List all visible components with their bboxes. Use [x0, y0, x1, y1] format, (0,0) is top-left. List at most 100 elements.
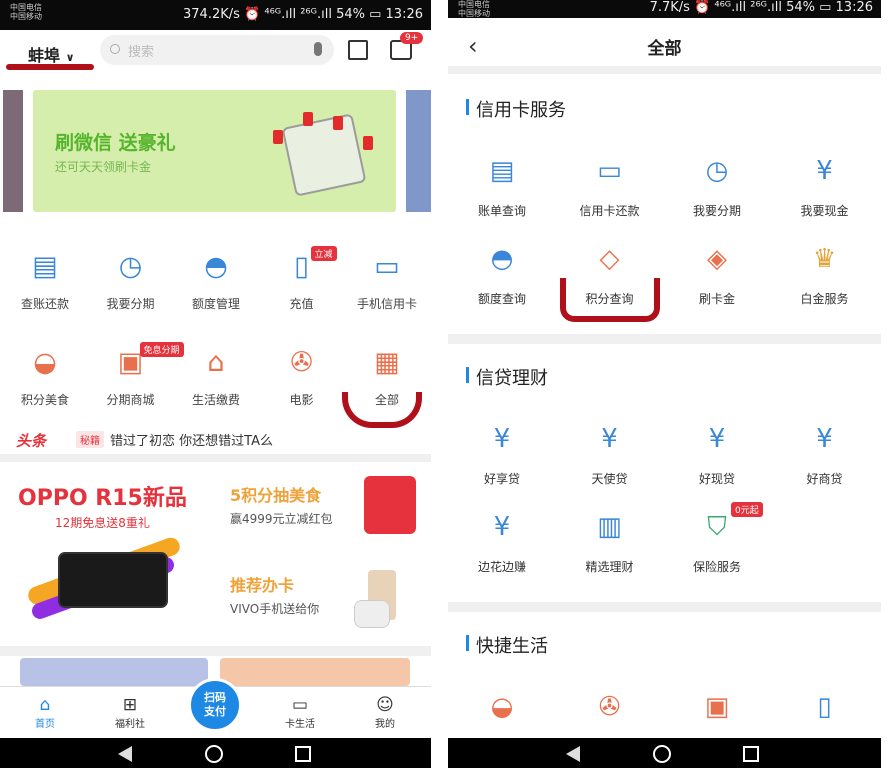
service-label: 边花边赚: [477, 560, 526, 574]
microphone-icon[interactable]: [314, 42, 322, 56]
mobile-card-icon: ▭: [374, 251, 400, 282]
service-item[interactable]: ¥ 天使贷: [556, 422, 664, 487]
service-item[interactable]: ◷ 我要分期: [88, 250, 174, 312]
oppo-subtitle: 12期免息送8重礼: [55, 516, 150, 530]
service-label: 好商贷: [806, 472, 843, 486]
service-label: 生活缴费: [191, 393, 240, 407]
service-item[interactable]: ◈ 刷卡金: [663, 242, 771, 307]
news-ticker[interactable]: 头条 秘籍 错过了初恋 你还想错过TA么: [0, 426, 431, 454]
section-title: 信贷理财: [476, 368, 548, 389]
service-item[interactable]: ◓ 额度查询: [448, 242, 556, 307]
service-item[interactable]: ▭ 手机信用卡: [344, 250, 430, 312]
red-envelope-icon: [333, 116, 343, 130]
bill-refresh-icon: ▤: [32, 251, 58, 282]
system-nav-bar: [0, 738, 431, 768]
promo-tag: 0元起: [731, 502, 763, 517]
service-label: 信用卡还款: [579, 204, 640, 218]
service-item[interactable]: ▯ 充值 立减: [259, 246, 345, 312]
card-promo-card[interactable]: 推荐办卡 VIVO手机送给你: [216, 552, 431, 644]
screen-divider: [431, 0, 448, 768]
banner-next-peek[interactable]: [406, 90, 431, 212]
food-promo-card[interactable]: 5积分抽美食 赢4999元立减红包: [216, 462, 431, 550]
service-item[interactable]: ¥ 我要现金: [771, 154, 879, 219]
service-item[interactable]: ¥ 边花边赚: [448, 510, 556, 575]
scan-pay-label: 支付: [204, 705, 226, 718]
service-item[interactable]: ▤ 账单查询: [448, 154, 556, 219]
tab-label: 首页: [35, 719, 55, 730]
card-icon: ▭: [291, 695, 309, 715]
service-label: 手机信用卡: [356, 297, 417, 311]
service-item[interactable]: ♛ 白金服务: [771, 242, 879, 307]
phone-illustration: [281, 113, 367, 197]
service-item[interactable]: ▤ 查账还款: [2, 250, 88, 312]
tab-welfare[interactable]: ⊞ 福利社: [100, 695, 160, 730]
service-label: 额度管理: [191, 297, 240, 311]
gift-box-image: [364, 476, 416, 534]
service-item[interactable]: ¥ 好享贷: [448, 422, 556, 487]
scan-pay-label: 扫码: [204, 691, 226, 704]
card-subtitle: VIVO手机送给你: [230, 602, 320, 616]
tab-label: 福利社: [115, 719, 145, 730]
quota-circle-icon: ◓: [204, 251, 228, 282]
service-item[interactable]: ✇ 电影: [259, 346, 345, 408]
bar-chart-icon: ▥: [597, 512, 622, 542]
service-label: 白金服务: [800, 292, 849, 306]
system-nav-bar: [448, 738, 881, 768]
installment-clock-icon: ◷: [118, 251, 143, 282]
carrier-1: 中国电信: [458, 0, 490, 9]
promo-banner[interactable]: 刷微信 送豪礼 还可天天领刷卡金: [33, 90, 396, 212]
location-selector[interactable]: 蚌埠 ∨: [28, 42, 75, 66]
shield-icon: ⛉: [707, 512, 727, 542]
nav-recents-icon[interactable]: [295, 746, 311, 762]
service-item[interactable]: ¥ 好商贷: [771, 422, 879, 487]
nav-home-icon[interactable]: [205, 745, 223, 763]
nav-home-icon[interactable]: [653, 745, 671, 763]
divider: [0, 454, 431, 462]
status-text: 7.7K/s ⏰ ⁴⁶ᴳ.ıll ²⁶ᴳ.ıll 54% ▭ 13:26: [649, 0, 873, 15]
oppo-promo-card[interactable]: OPPO R15新品 12期免息送8重礼: [0, 462, 214, 644]
tab-card-life[interactable]: ▭ 卡生活: [270, 695, 330, 730]
carrier-2: 中国移动: [458, 9, 490, 18]
carrier-1: 中国电信: [10, 3, 42, 12]
food-dish-icon: ◒: [33, 347, 57, 378]
service-label: 我要分期: [692, 204, 741, 218]
section-title: 信用卡服务: [476, 100, 566, 121]
phone-image: [58, 552, 168, 608]
service-item[interactable]: ▥ 精选理财: [556, 510, 664, 575]
nav-back-icon[interactable]: [566, 746, 580, 762]
all-services-screen: 中国电信 中国移动 7.7K/s ⏰ ⁴⁶ᴳ.ıll ²⁶ᴳ.ıll 54% ▭ …: [448, 0, 881, 768]
news-brand: 头条: [16, 432, 47, 450]
service-item[interactable]: ▭ 信用卡还款: [556, 154, 664, 219]
service-item[interactable]: ¥ 好现贷: [663, 422, 771, 487]
service-item[interactable]: ◓ 额度管理: [173, 250, 259, 312]
service-label: 查账还款: [20, 297, 69, 311]
service-item[interactable]: ◷ 我要分期: [663, 154, 771, 219]
points-diamond-icon: ◇: [599, 244, 620, 274]
banner-prev-peek[interactable]: [3, 90, 23, 212]
section-header: 快捷生活: [466, 632, 548, 658]
nav-recents-icon[interactable]: [743, 746, 759, 762]
service-item[interactable]: ▣ 分期商城 免息分期: [88, 342, 184, 408]
promo-tag: 立减: [310, 246, 337, 261]
angel-loan-icon: ¥: [601, 424, 618, 454]
search-input[interactable]: 搜索: [100, 35, 334, 65]
service-item[interactable]: ⛉ 保险服务 0元起: [663, 502, 771, 575]
service-label: 电影: [289, 393, 314, 407]
bill-query-icon: ▤: [489, 156, 515, 186]
service-label: 好现贷: [698, 472, 735, 486]
service-label: 额度查询: [477, 292, 526, 306]
tab-me[interactable]: ☺ 我的: [355, 695, 415, 730]
atm-cash-icon: ¥: [708, 424, 726, 454]
scan-pay-button[interactable]: 扫码 支付: [188, 678, 242, 732]
crown-icon: ♛: [812, 244, 837, 274]
service-item[interactable]: ◒ 积分美食: [2, 346, 88, 408]
tab-home[interactable]: ⌂ 首页: [15, 695, 75, 730]
food-title: 5积分抽美食: [230, 486, 322, 505]
service-item[interactable]: ⌂ 生活缴费: [173, 346, 259, 408]
installment-icon: ◷: [705, 156, 729, 186]
service-label: 分期商城: [106, 393, 155, 407]
annotation-underline: [342, 392, 422, 428]
divider: [0, 646, 431, 656]
nav-back-icon[interactable]: [118, 746, 132, 762]
scan-icon[interactable]: [348, 40, 368, 60]
